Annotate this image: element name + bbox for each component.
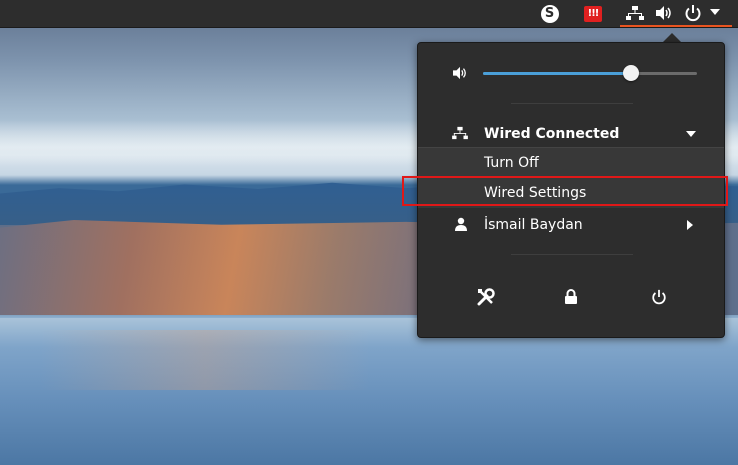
settings-icon [477,288,495,306]
annotation-highlight-box [402,176,728,206]
separator [511,103,633,104]
volume-slider-fill [483,72,631,75]
user-menu-item[interactable]: İsmail Baydan [418,213,724,237]
power-icon [685,5,701,22]
turn-off-label: Turn Off [484,155,539,171]
lock-icon [565,289,577,304]
top-panel: S !!! [0,0,738,28]
red-app-icon: !!! [584,5,602,22]
lock-button[interactable] [551,283,591,311]
power-off-button[interactable] [639,283,679,311]
settings-button[interactable] [466,283,506,311]
network-icon [626,6,644,20]
turn-off-menu-item[interactable]: Turn Off [418,149,724,177]
red-app-tray-icon[interactable]: !!! [582,3,604,24]
volume-slider-handle[interactable] [622,65,639,81]
volume-icon [656,6,671,20]
power-off-icon [652,289,666,305]
chevron-down-icon [686,131,696,137]
skype-tray-icon[interactable]: S [539,3,560,24]
separator [511,254,633,255]
chevron-right-icon [687,220,693,230]
user-icon [455,217,467,231]
menu-arrow-icon [710,9,720,15]
wallpaper-reflection [40,330,370,390]
active-indicator-underline [620,25,732,27]
volume-icon [453,66,466,80]
network-status-label: Wired Connected [484,126,620,142]
network-icon [452,126,468,140]
user-name: İsmail Baydan [484,217,583,233]
network-menu-item[interactable]: Wired Connected [418,123,724,145]
skype-icon: S [540,4,559,23]
volume-slider[interactable] [483,65,697,81]
